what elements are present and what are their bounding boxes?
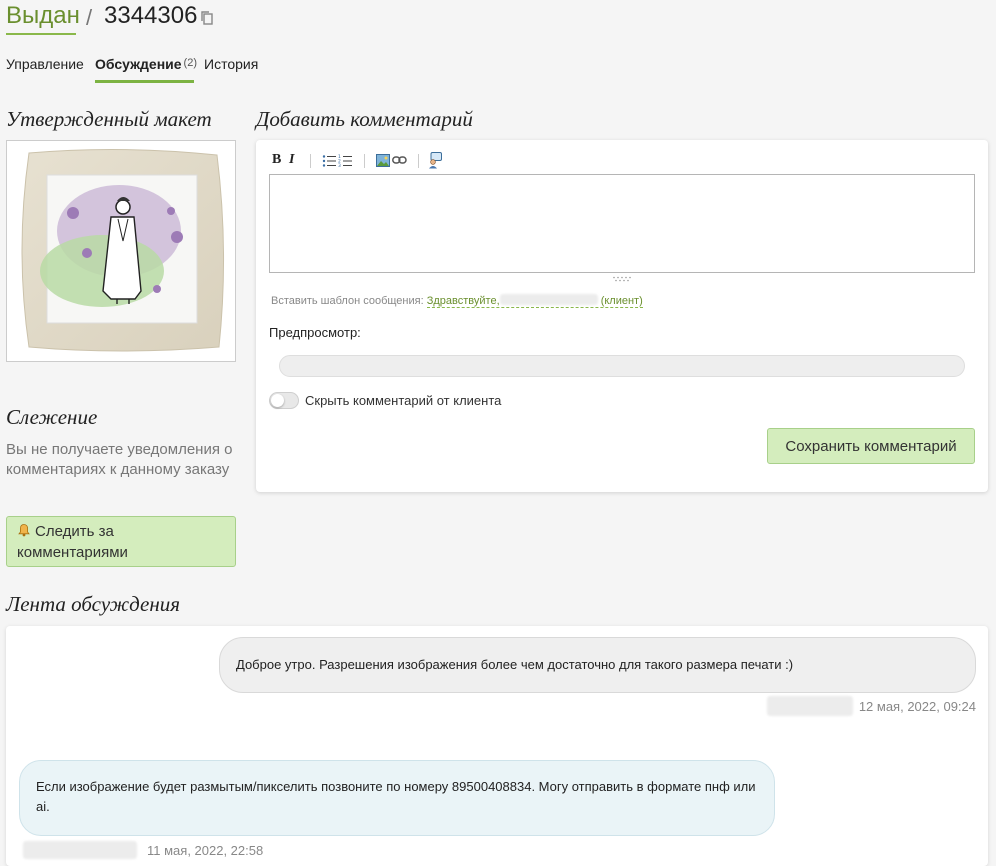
redacted-client-name (499, 294, 598, 305)
bold-button[interactable]: B (272, 152, 281, 168)
discussion-feed: Доброе утро. Разрешения изображения боле… (6, 626, 988, 866)
copy-icon[interactable] (200, 10, 214, 26)
toolbar-divider (364, 154, 365, 168)
comment-textarea[interactable] (269, 174, 975, 273)
title-separator: / (86, 5, 93, 30)
message-date: 12 мая, 2022, 09:24 (858, 699, 976, 714)
save-comment-button[interactable]: Сохранить комментарий (767, 428, 975, 464)
message-bubble-staff: Доброе утро. Разрешения изображения боле… (219, 637, 976, 693)
toolbar-divider (310, 154, 311, 168)
follow-button-label: Следить за комментариями (17, 523, 128, 561)
toggle-knob (271, 394, 284, 407)
status-underline (6, 33, 76, 35)
message-date: 11 мая, 2022, 22:58 (147, 843, 264, 858)
image-icon[interactable] (376, 154, 390, 167)
redacted-author (23, 841, 137, 859)
discussion-feed-heading: Лента обсуждения (6, 592, 181, 616)
tab-label: История (204, 56, 259, 72)
preview-area (279, 355, 965, 377)
approved-mockup-image[interactable] (6, 140, 236, 362)
svg-text:3: 3 (338, 163, 341, 168)
bell-icon (18, 524, 30, 537)
hide-from-client-label: Скрыть комментарий от клиента (305, 393, 502, 408)
tracking-heading: Слежение (6, 405, 98, 429)
bulleted-list-icon[interactable] (322, 154, 336, 168)
tab-discussion[interactable]: Обсуждение (2) (95, 56, 197, 72)
template-icon[interactable] (428, 152, 442, 169)
template-row: Вставить шаблон сообщения: Здравствуйте,… (271, 294, 643, 308)
add-comment-heading: Добавить комментарий (256, 107, 473, 131)
active-tab-indicator (95, 80, 194, 83)
template-greeting: Здравствуйте, (426, 295, 500, 307)
hide-from-client-toggle[interactable] (269, 392, 299, 409)
template-prefix: Вставить шаблон сообщения: (271, 295, 424, 307)
preview-label: Предпросмотр: (269, 325, 361, 340)
message-meta: 11 мая, 2022, 22:58 (23, 841, 263, 859)
pillow-illustration (7, 141, 235, 361)
comment-form: B I 1 2 3 Вставить шаблон сообщения: Здр… (256, 140, 988, 492)
tab-label: Управление (6, 56, 84, 72)
template-client: (клиент) (600, 295, 643, 307)
italic-button[interactable]: I (289, 152, 294, 168)
resize-grip-icon[interactable] (612, 276, 632, 282)
follow-comments-button[interactable]: Следить за комментариями (6, 516, 236, 567)
template-greeting-link[interactable]: Здравствуйте, (клиент) (426, 294, 643, 308)
tab-history[interactable]: История (204, 56, 258, 72)
toolbar-divider (418, 154, 419, 168)
link-icon[interactable] (392, 155, 407, 165)
message-bubble-client: Если изображение будет размытым/пикселит… (19, 760, 775, 836)
tab-management[interactable]: Управление (6, 56, 84, 72)
redacted-author (766, 696, 853, 716)
mockup-heading: Утвержденный макет (6, 107, 212, 131)
numbered-list-icon[interactable]: 1 2 3 (338, 154, 352, 168)
tab-count-badge: (2) (183, 57, 197, 69)
order-number: 3344306 (104, 2, 198, 29)
message-meta: 12 мая, 2022, 09:24 (756, 696, 976, 716)
tab-label: Обсуждение (95, 56, 182, 72)
order-status: Выдан (6, 2, 80, 29)
tracking-status-text: Вы не получаете уведомления о комментари… (6, 441, 233, 478)
